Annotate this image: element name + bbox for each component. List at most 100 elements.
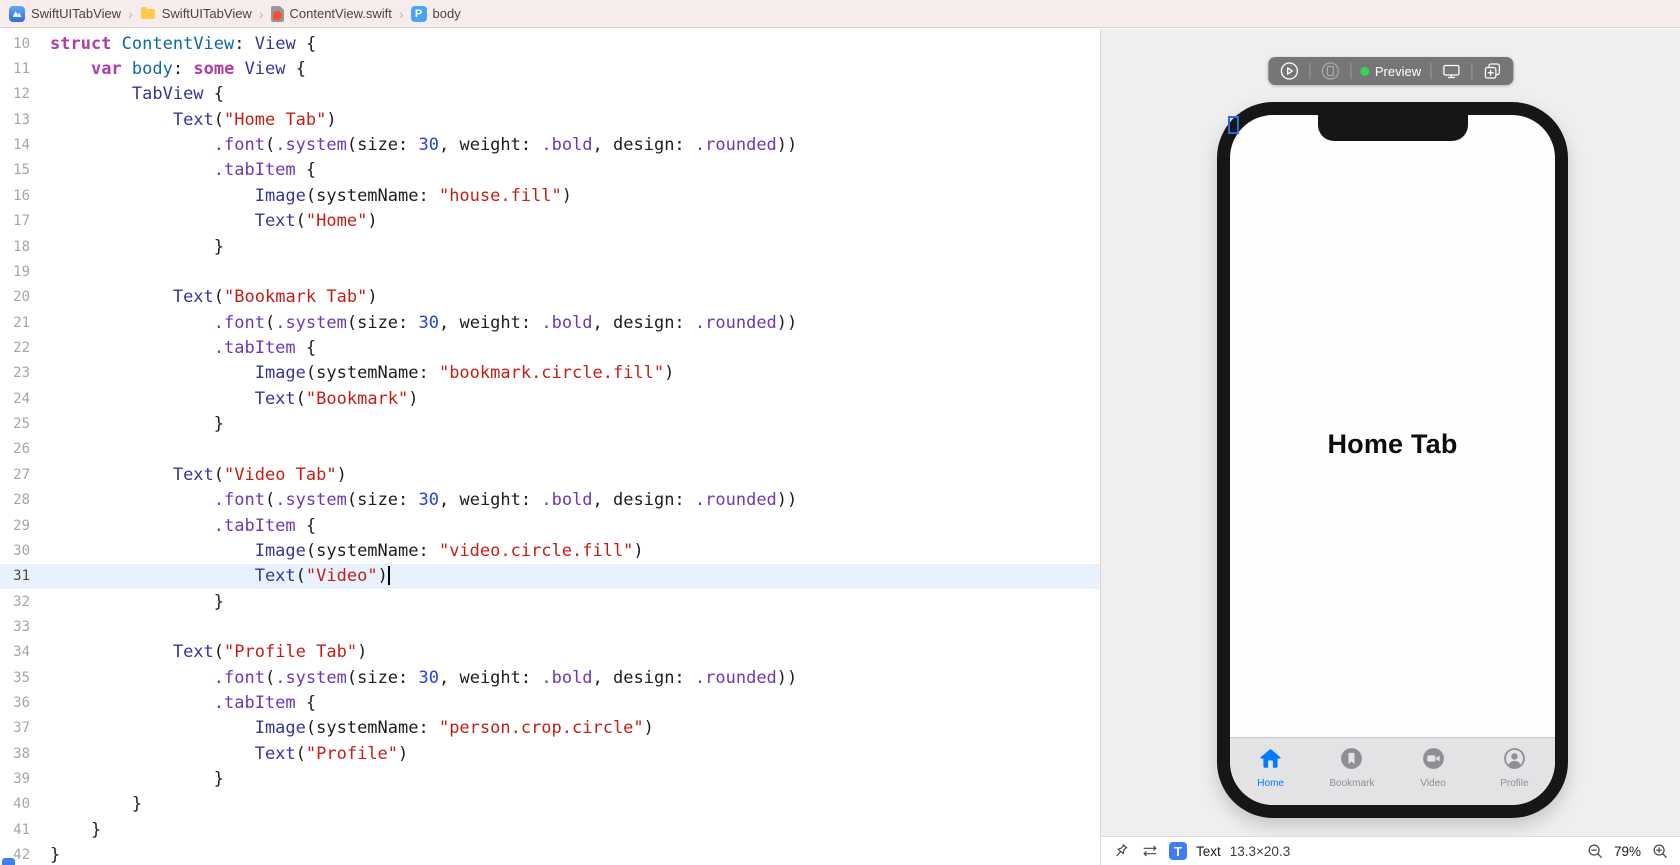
line-number[interactable]: 37 — [0, 720, 50, 736]
line-number[interactable]: 34 — [0, 644, 50, 660]
code-line-31[interactable]: 31 Text("Video") — [0, 564, 1100, 589]
line-number[interactable]: 17 — [0, 213, 50, 229]
line-number[interactable]: 33 — [0, 619, 50, 635]
line-number[interactable]: 23 — [0, 365, 50, 381]
code-line-14[interactable]: 14 .font(.system(size: 30, weight: .bold… — [0, 132, 1100, 157]
breadcrumb-item-body[interactable]: Pbody — [411, 6, 461, 22]
duplicate-plus-button[interactable] — [1481, 60, 1503, 82]
canvas-status-bar: T Text 13.3×20.3 79% — [1100, 836, 1680, 865]
code-line-35[interactable]: 35 .font(.system(size: 30, weight: .bold… — [0, 665, 1100, 690]
play-circle-button[interactable] — [1278, 60, 1300, 82]
code-line-37[interactable]: 37 Image(systemName: "person.crop.circle… — [0, 716, 1100, 741]
preview-tab-home[interactable]: Home — [1230, 738, 1311, 805]
line-text: .font(.system(size: 30, weight: .bold, d… — [50, 313, 797, 333]
line-number[interactable]: 19 — [0, 264, 50, 280]
line-number[interactable]: 13 — [0, 112, 50, 128]
line-number[interactable]: 10 — [0, 36, 50, 52]
code-line-27[interactable]: 27 Text("Video Tab") — [0, 462, 1100, 487]
line-number[interactable]: 14 — [0, 137, 50, 153]
code-line-17[interactable]: 17 Text("Home") — [0, 209, 1100, 234]
app-icon — [9, 6, 25, 22]
code-line-26[interactable]: 26 — [0, 437, 1100, 462]
breadcrumb-item-swiftuitabview[interactable]: SwiftUITabView — [9, 6, 121, 22]
line-number[interactable]: 26 — [0, 441, 50, 457]
line-number[interactable]: 21 — [0, 315, 50, 331]
device-settings-icon[interactable] — [1140, 841, 1160, 861]
line-number[interactable]: 29 — [0, 518, 50, 534]
code-line-20[interactable]: 20 Text("Bookmark Tab") — [0, 285, 1100, 310]
line-number[interactable]: 25 — [0, 416, 50, 432]
code-line-10[interactable]: 10struct ContentView: View { — [0, 31, 1100, 56]
code-line-22[interactable]: 22 .tabItem { — [0, 335, 1100, 360]
line-number[interactable]: 41 — [0, 822, 50, 838]
code-line-33[interactable]: 33 — [0, 614, 1100, 639]
line-number[interactable]: 40 — [0, 796, 50, 812]
line-number[interactable]: 39 — [0, 771, 50, 787]
code-line-13[interactable]: 13 Text("Home Tab") — [0, 107, 1100, 132]
code-line-34[interactable]: 34 Text("Profile Tab") — [0, 640, 1100, 665]
preview-tab-profile[interactable]: Profile — [1474, 738, 1555, 805]
preview-tab-video[interactable]: Video — [1393, 738, 1474, 805]
preview-canvas: Preview Home Tab HomeBookmarkVideoProfil… — [1100, 29, 1680, 836]
code-line-24[interactable]: 24 Text("Bookmark") — [0, 386, 1100, 411]
line-text: .tabItem { — [50, 160, 316, 180]
code-line-12[interactable]: 12 TabView { — [0, 82, 1100, 107]
code-line-39[interactable]: 39 } — [0, 766, 1100, 791]
line-number[interactable]: 22 — [0, 340, 50, 356]
line-number[interactable]: 15 — [0, 162, 50, 178]
code-line-19[interactable]: 19 — [0, 259, 1100, 284]
code-line-29[interactable]: 29 .tabItem { — [0, 513, 1100, 538]
line-number[interactable]: 16 — [0, 188, 50, 204]
breadcrumb: SwiftUITabView›SwiftUITabView›ContentVie… — [9, 6, 461, 22]
line-text: Text("Home") — [50, 211, 378, 231]
line-text: .font(.system(size: 30, weight: .bold, d… — [50, 668, 797, 688]
code-line-15[interactable]: 15 .tabItem { — [0, 158, 1100, 183]
selection-indicator — [1228, 116, 1239, 134]
line-text: Text("Profile") — [50, 744, 408, 764]
code-editor[interactable]: 10struct ContentView: View {11 var body:… — [0, 29, 1100, 865]
line-number[interactable]: 12 — [0, 86, 50, 102]
code-line-42[interactable]: 42} — [0, 843, 1100, 865]
code-line-25[interactable]: 25 } — [0, 411, 1100, 436]
line-number[interactable]: 20 — [0, 289, 50, 305]
line-number[interactable]: 30 — [0, 543, 50, 559]
display-button[interactable] — [1440, 60, 1462, 82]
text-view-type-badge: T — [1169, 842, 1187, 860]
code-line-30[interactable]: 30 Image(systemName: "video.circle.fill"… — [0, 538, 1100, 563]
line-number[interactable]: 38 — [0, 746, 50, 762]
zoom-out-icon[interactable] — [1585, 841, 1605, 861]
breadcrumb-item-contentview-swift[interactable]: ContentView.swift — [271, 6, 392, 22]
code-line-28[interactable]: 28 .font(.system(size: 30, weight: .bold… — [0, 487, 1100, 512]
pin-icon[interactable] — [1111, 841, 1131, 861]
chevron-right-icon: › — [398, 6, 405, 22]
preview-tab-bookmark[interactable]: Bookmark — [1311, 738, 1392, 805]
line-number[interactable]: 35 — [0, 670, 50, 686]
code-line-23[interactable]: 23 Image(systemName: "bookmark.circle.fi… — [0, 361, 1100, 386]
zoom-level-label[interactable]: 79% — [1614, 844, 1641, 859]
code-line-11[interactable]: 11 var body: some View { — [0, 56, 1100, 81]
line-number[interactable]: 11 — [0, 61, 50, 77]
breadcrumb-item-swiftuitabview[interactable]: SwiftUITabView — [140, 6, 252, 22]
code-line-18[interactable]: 18 } — [0, 234, 1100, 259]
line-number[interactable]: 24 — [0, 391, 50, 407]
zoom-in-icon[interactable] — [1650, 841, 1670, 861]
line-number[interactable]: 28 — [0, 492, 50, 508]
iphone-screen[interactable]: Home Tab HomeBookmarkVideoProfile — [1230, 115, 1555, 805]
code-line-41[interactable]: 41 } — [0, 817, 1100, 842]
text-cursor — [388, 566, 390, 585]
device-preview-icon — [1320, 61, 1340, 81]
line-number[interactable]: 32 — [0, 594, 50, 610]
code-line-40[interactable]: 40 } — [0, 792, 1100, 817]
code-line-36[interactable]: 36 .tabItem { — [0, 690, 1100, 715]
code-line-38[interactable]: 38 Text("Profile") — [0, 741, 1100, 766]
line-number[interactable]: 18 — [0, 239, 50, 255]
preview-mode-button[interactable]: Preview — [1360, 64, 1421, 79]
code-line-32[interactable]: 32 } — [0, 589, 1100, 614]
line-text: .tabItem { — [50, 338, 316, 358]
code-line-16[interactable]: 16 Image(systemName: "house.fill") — [0, 183, 1100, 208]
line-number[interactable]: 31 — [0, 568, 50, 584]
code-line-21[interactable]: 21 .font(.system(size: 30, weight: .bold… — [0, 310, 1100, 335]
device-preview-button[interactable] — [1319, 60, 1341, 82]
line-number[interactable]: 36 — [0, 695, 50, 711]
line-number[interactable]: 27 — [0, 467, 50, 483]
